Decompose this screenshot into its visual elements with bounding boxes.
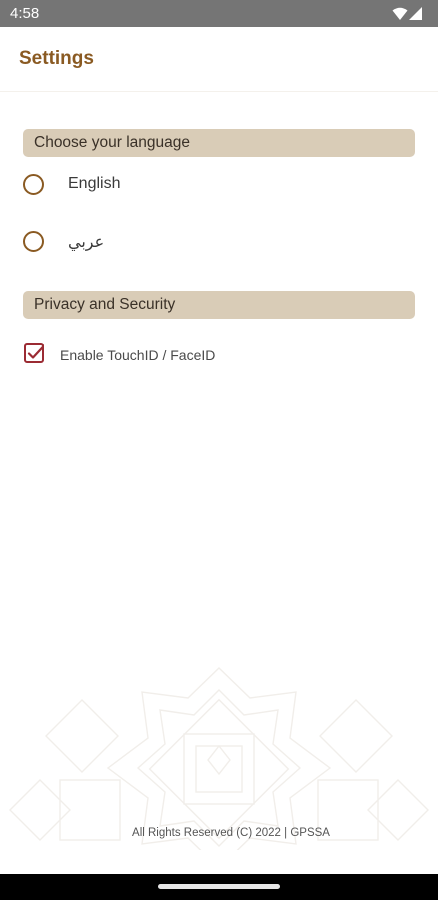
navigation-bar	[0, 874, 438, 900]
radio-button-english[interactable]	[23, 174, 44, 195]
cellular-signal-icon	[409, 7, 423, 26]
decorative-pattern	[9, 667, 429, 850]
status-bar: 4:58	[0, 0, 438, 27]
language-section-title: Choose your language	[34, 134, 190, 151]
page-title: Settings	[19, 48, 94, 69]
footer-copyright: All Rights Reserved (C) 2022 | GPSSA	[132, 827, 330, 839]
touchid-checkbox[interactable]	[24, 343, 44, 363]
radio-label-english: English	[68, 175, 121, 192]
home-indicator[interactable]	[158, 884, 280, 889]
app-header: Settings	[0, 27, 438, 92]
radio-label-arabic: عربي	[68, 234, 105, 251]
touchid-checkbox-row[interactable]: Enable TouchID / FaceID	[22, 341, 322, 371]
language-option-english[interactable]: English	[22, 171, 322, 201]
radio-button-arabic[interactable]	[23, 231, 44, 252]
checkmark-icon	[27, 343, 44, 359]
touchid-label: Enable TouchID / FaceID	[60, 347, 216, 363]
privacy-section-title: Privacy and Security	[34, 296, 176, 313]
wifi-icon	[392, 7, 408, 26]
privacy-section-header: Privacy and Security	[23, 291, 415, 319]
status-time: 4:58	[10, 5, 40, 22]
language-section-header: Choose your language	[23, 129, 415, 157]
language-option-arabic[interactable]: عربي	[22, 228, 322, 258]
